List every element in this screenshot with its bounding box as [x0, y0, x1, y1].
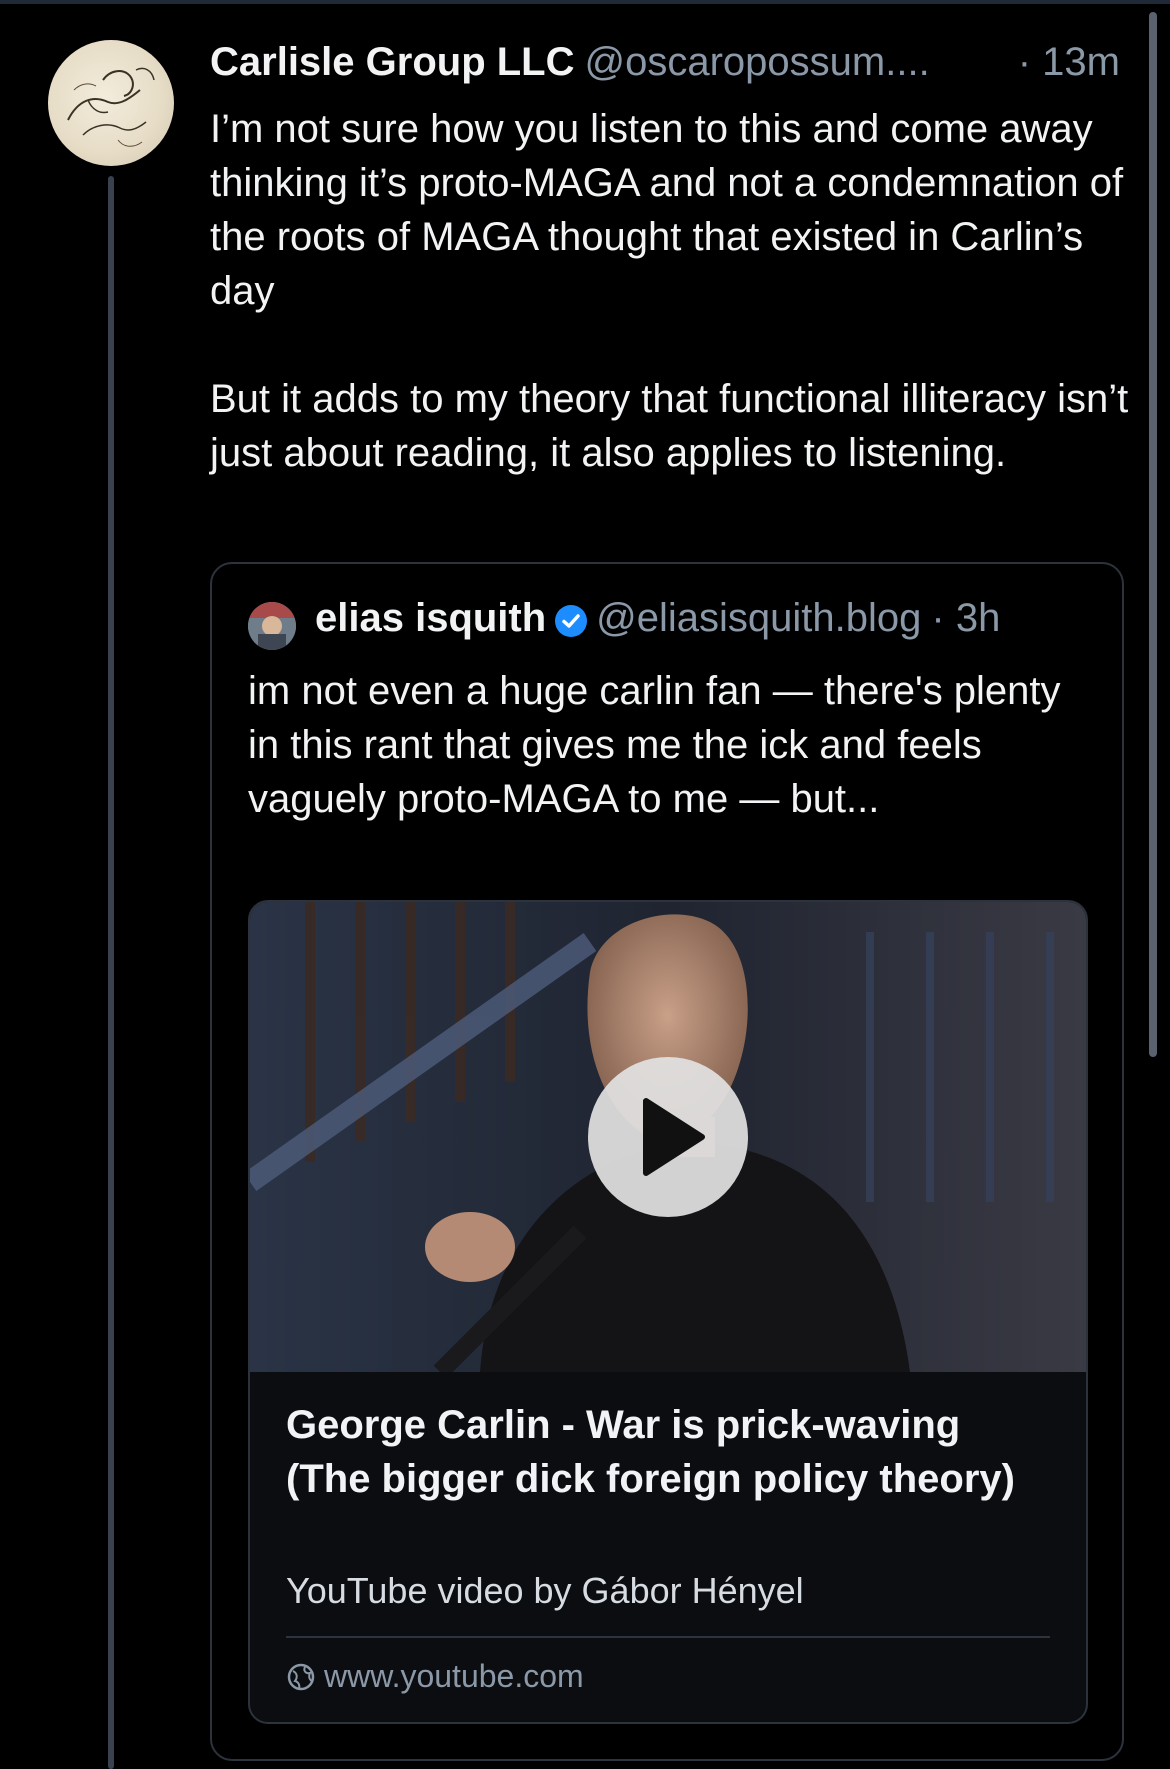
avatar-sketch-image [67, 67, 155, 147]
post-text: I’m not sure how you listen to this and … [210, 107, 1129, 475]
author-handle[interactable]: @oscaropossum.... [585, 40, 930, 84]
embed-domain[interactable]: www.youtube.com [286, 1658, 584, 1696]
quote-avatar-image [248, 602, 296, 650]
quote-text: im not even a huge carlin fan — there's … [248, 669, 1061, 821]
embed-description: YouTube video by Gábor Hényel [286, 1570, 804, 1611]
link-embed-card[interactable]: George Carlin - War is prick-waving (The… [248, 900, 1088, 1724]
quote-avatar[interactable] [248, 602, 296, 650]
play-button[interactable] [588, 1057, 748, 1217]
quote-header: elias isquith @eliasisquith.blog · 3h [315, 596, 1105, 652]
play-icon [643, 1098, 705, 1176]
author-name[interactable]: Carlisle Group LLC [210, 40, 575, 84]
embed-domain-text: www.youtube.com [324, 1658, 584, 1694]
embed-title[interactable]: George Carlin - War is prick-waving (The… [286, 1398, 1046, 1506]
video-thumbnail[interactable] [250, 902, 1086, 1372]
thread-line [108, 176, 114, 1769]
quote-author-handle[interactable]: @eliasisquith.blog [596, 596, 921, 640]
globe-icon [287, 1663, 315, 1690]
quote-author-name[interactable]: elias isquith [315, 596, 546, 640]
quote-time[interactable]: · 3h [931, 596, 1000, 640]
verified-check-icon [554, 604, 588, 643]
top-divider [0, 0, 1170, 4]
embed-divider [286, 1636, 1050, 1638]
avatar[interactable] [48, 40, 174, 166]
scrollbar[interactable] [1149, 12, 1157, 1057]
post-header: Carlisle Group LLC @oscaropossum.... · 13… [210, 40, 1130, 90]
post-time[interactable]: · 13m [1018, 40, 1120, 85]
quote-post-card[interactable]: elias isquith @eliasisquith.blog · 3h im n… [210, 562, 1124, 1761]
